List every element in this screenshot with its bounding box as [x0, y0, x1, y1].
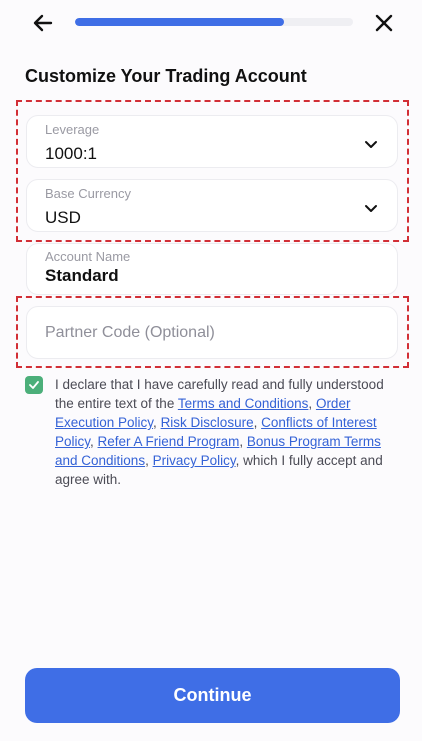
account-name-field[interactable]: Account Name Standard — [26, 243, 398, 295]
check-icon — [29, 381, 39, 389]
separator: , — [145, 453, 153, 468]
leverage-value: 1000:1 — [45, 144, 97, 163]
partner-code-placeholder: Partner Code (Optional) — [45, 324, 215, 341]
risk-disclosure-link[interactable]: Risk Disclosure — [161, 415, 254, 430]
close-button[interactable] — [368, 7, 400, 39]
separator: , — [253, 415, 262, 430]
progress-bar — [75, 18, 353, 26]
page-title: Customize Your Trading Account — [25, 66, 307, 86]
base-currency-select[interactable]: Base Currency USD — [26, 179, 398, 232]
back-button[interactable] — [27, 7, 59, 39]
arrow-left-icon — [33, 14, 53, 32]
separator: , — [90, 434, 98, 449]
account-name-label: Account Name — [45, 249, 131, 264]
chevron-down-icon — [365, 205, 377, 212]
separator: , — [239, 434, 247, 449]
chevron-down-icon — [365, 141, 377, 148]
agreement-text: I declare that I have carefully read and… — [55, 375, 400, 489]
leverage-select[interactable]: Leverage 1000:1 — [26, 115, 398, 168]
continue-button[interactable]: Continue — [25, 668, 400, 723]
close-icon — [375, 14, 393, 32]
refer-a-friend-link[interactable]: Refer A Friend Program — [98, 434, 240, 449]
base-currency-label: Base Currency — [45, 186, 131, 201]
header — [0, 0, 422, 50]
separator: , — [308, 396, 316, 411]
progress-fill — [75, 18, 284, 26]
privacy-policy-link[interactable]: Privacy Policy — [153, 453, 236, 468]
base-currency-value: USD — [45, 208, 81, 227]
leverage-label: Leverage — [45, 122, 100, 137]
terms-and-conditions-link[interactable]: Terms and Conditions — [178, 396, 309, 411]
account-name-value: Standard — [45, 266, 119, 285]
partner-code-input[interactable]: Partner Code (Optional) — [26, 306, 398, 359]
separator: , — [153, 415, 161, 430]
agreement-checkbox[interactable] — [25, 376, 43, 394]
